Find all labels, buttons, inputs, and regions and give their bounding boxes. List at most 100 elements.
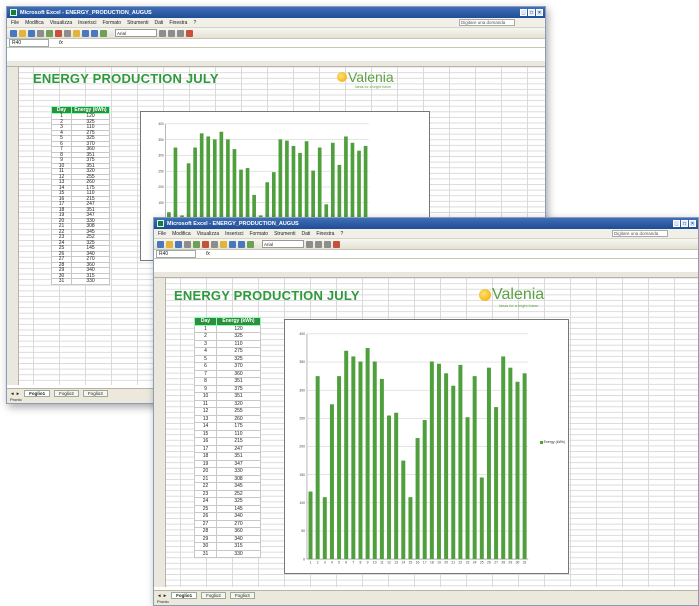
sum-icon[interactable] bbox=[91, 29, 98, 37]
table-cell[interactable]: 22 bbox=[194, 482, 217, 491]
table-cell[interactable]: 29 bbox=[194, 534, 217, 543]
save-icon[interactable] bbox=[28, 29, 35, 37]
table-cell[interactable]: 308 bbox=[216, 474, 261, 483]
close-icon[interactable]: × bbox=[689, 220, 696, 227]
paste-icon[interactable] bbox=[220, 240, 227, 248]
table-cell[interactable]: 215 bbox=[216, 437, 261, 446]
row-headers[interactable] bbox=[7, 67, 19, 385]
table-cell[interactable]: 252 bbox=[216, 489, 261, 498]
menu-item-help[interactable]: ? bbox=[193, 20, 196, 26]
table-cell[interactable]: 347 bbox=[216, 459, 261, 468]
table-cell[interactable]: 330 bbox=[216, 467, 261, 476]
table-cell[interactable]: 275 bbox=[216, 347, 261, 356]
copy-icon[interactable] bbox=[64, 29, 71, 37]
cut-icon[interactable] bbox=[202, 240, 209, 248]
sum-icon[interactable] bbox=[238, 240, 245, 248]
menu-item-inserisci[interactable]: Inserisci bbox=[78, 20, 96, 26]
menu-item-strumenti[interactable]: Strumenti bbox=[274, 231, 295, 237]
table-cell[interactable]: 360 bbox=[216, 369, 261, 378]
menu-item-dati[interactable]: Dati bbox=[301, 231, 310, 237]
table-cell[interactable]: 9 bbox=[194, 384, 217, 393]
table-cell[interactable]: 270 bbox=[216, 519, 261, 528]
table-cell[interactable]: 175 bbox=[216, 422, 261, 431]
table-cell[interactable]: 325 bbox=[216, 497, 261, 506]
new-icon[interactable] bbox=[157, 240, 164, 248]
font-name-select[interactable]: Arial bbox=[262, 240, 304, 248]
menu-item-formato[interactable]: Formato bbox=[102, 20, 121, 26]
table-cell[interactable]: 2 bbox=[194, 332, 217, 341]
excel-window-front[interactable]: Microsoft Excel - ENERGY_PRODUCTION_AUGU… bbox=[153, 217, 699, 606]
energy-chart[interactable]: 0501001502002503003504001234567891011121… bbox=[284, 319, 569, 574]
table-cell[interactable]: 330 bbox=[216, 549, 261, 558]
table-cell[interactable]: 255 bbox=[216, 407, 261, 416]
column-headers[interactable] bbox=[7, 61, 545, 67]
align-icon[interactable] bbox=[324, 240, 331, 248]
table-cell[interactable]: 28 bbox=[194, 527, 217, 536]
table-cell[interactable]: 145 bbox=[216, 504, 261, 513]
open-icon[interactable] bbox=[19, 29, 26, 37]
tab-foglio2[interactable]: Foglio2 bbox=[201, 591, 226, 599]
menu-item-strumenti[interactable]: Strumenti bbox=[127, 20, 148, 26]
table-cell[interactable]: 13 bbox=[194, 414, 217, 423]
table-cell[interactable]: 351 bbox=[216, 377, 261, 386]
table-cell[interactable]: 3 bbox=[194, 339, 217, 348]
bold-icon[interactable] bbox=[306, 240, 313, 248]
table-cell[interactable]: 19 bbox=[194, 459, 217, 468]
menu-item-file[interactable]: File bbox=[158, 231, 166, 237]
close-icon[interactable]: × bbox=[536, 9, 543, 16]
preview-icon[interactable] bbox=[193, 240, 200, 248]
table-cell[interactable]: 315 bbox=[216, 542, 261, 551]
menu-item-file[interactable]: File bbox=[11, 20, 19, 26]
table-cell[interactable]: 14 bbox=[194, 422, 217, 431]
table-cell[interactable]: 25 bbox=[194, 504, 217, 513]
cut-icon[interactable] bbox=[55, 29, 62, 37]
table-cell[interactable]: 5 bbox=[194, 354, 217, 363]
table-cell[interactable]: 110 bbox=[216, 339, 261, 348]
save-icon[interactable] bbox=[175, 240, 182, 248]
tab-foglio2[interactable]: Foglio2 bbox=[54, 389, 79, 397]
column-header[interactable]: Day bbox=[194, 317, 217, 326]
help-search-input[interactable]: Digitare una domanda bbox=[612, 230, 668, 237]
table-cell[interactable]: 11 bbox=[194, 399, 217, 408]
table-cell[interactable]: 10 bbox=[194, 392, 217, 401]
table-cell[interactable]: 31 bbox=[51, 278, 72, 285]
align-icon[interactable] bbox=[177, 29, 184, 37]
maximize-icon[interactable]: □ bbox=[528, 9, 535, 16]
table-cell[interactable]: 24 bbox=[194, 497, 217, 506]
table-cell[interactable]: 351 bbox=[216, 452, 261, 461]
tab-nav-icon[interactable]: ◄ ► bbox=[157, 593, 167, 598]
menu-item-dati[interactable]: Dati bbox=[154, 20, 163, 26]
new-icon[interactable] bbox=[10, 29, 17, 37]
menu-item-modifica[interactable]: Modifica bbox=[172, 231, 191, 237]
row-headers[interactable] bbox=[154, 278, 166, 587]
table-cell[interactable]: 325 bbox=[216, 332, 261, 341]
table-cell[interactable]: 18 bbox=[194, 452, 217, 461]
table-cell[interactable]: 6 bbox=[194, 362, 217, 371]
maximize-icon[interactable]: □ bbox=[681, 220, 688, 227]
table-cell[interactable]: 360 bbox=[216, 527, 261, 536]
table-cell[interactable]: 4 bbox=[194, 347, 217, 356]
undo-icon[interactable] bbox=[82, 29, 89, 37]
fx-icon[interactable]: fx bbox=[59, 40, 63, 46]
table-cell[interactable]: 345 bbox=[216, 482, 261, 491]
open-icon[interactable] bbox=[166, 240, 173, 248]
table-cell[interactable]: 27 bbox=[194, 519, 217, 528]
fx-icon[interactable]: fx bbox=[206, 251, 210, 257]
menu-item-visualizza[interactable]: Visualizza bbox=[197, 231, 219, 237]
minimize-icon[interactable]: _ bbox=[673, 220, 680, 227]
table-cell[interactable]: 21 bbox=[194, 474, 217, 483]
print-icon[interactable] bbox=[37, 29, 44, 37]
tab-foglio3[interactable]: Foglio3 bbox=[82, 389, 108, 397]
preview-icon[interactable] bbox=[46, 29, 53, 37]
minimize-icon[interactable]: _ bbox=[520, 9, 527, 16]
table-cell[interactable]: 8 bbox=[194, 377, 217, 386]
print-icon[interactable] bbox=[184, 240, 191, 248]
font-color-icon[interactable] bbox=[186, 29, 193, 37]
table-cell[interactable]: 17 bbox=[194, 444, 217, 453]
table-cell[interactable]: 325 bbox=[216, 354, 261, 363]
table-cell[interactable]: 351 bbox=[216, 392, 261, 401]
italic-icon[interactable] bbox=[168, 29, 175, 37]
table-cell[interactable]: 370 bbox=[216, 362, 261, 371]
table-cell[interactable]: 15 bbox=[194, 429, 217, 438]
menu-item-formato[interactable]: Formato bbox=[249, 231, 268, 237]
